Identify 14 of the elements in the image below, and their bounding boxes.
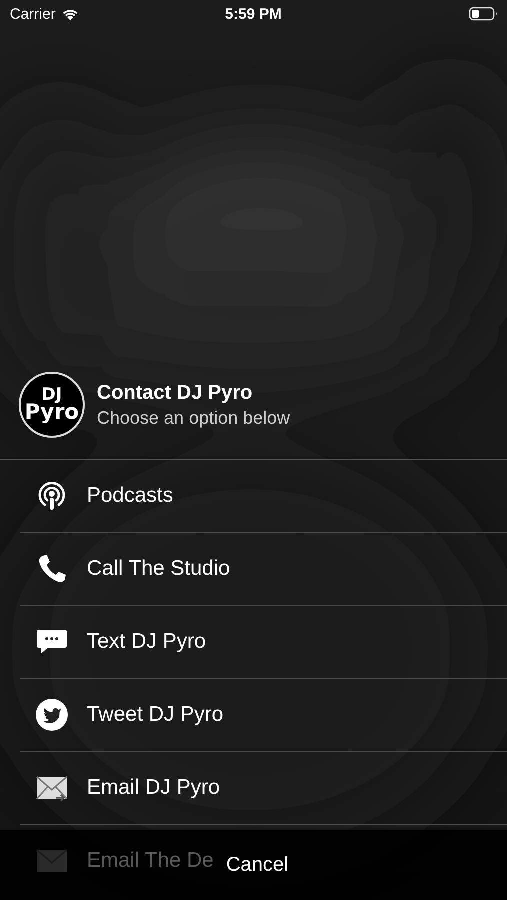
wifi-icon — [60, 7, 80, 21]
sheet-subtitle: Choose an option below — [97, 408, 290, 428]
option-item[interactable]: Podcasts — [20, 460, 507, 533]
cancel-button[interactable]: Cancel — [222, 852, 293, 878]
carrier-name: Carrier — [10, 6, 56, 22]
option-item[interactable]: Tweet DJ Pyro — [20, 679, 507, 752]
status-time: 5:59 PM — [225, 6, 282, 22]
option-item[interactable]: Text DJ Pyro — [20, 606, 507, 679]
battery-icon — [468, 7, 499, 21]
sheet-title: Contact DJ Pyro — [97, 382, 254, 404]
option-item[interactable]: Call The Studio — [20, 533, 507, 606]
bird-icon — [36, 699, 68, 731]
option-item[interactable]: Email DJ Pyro — [20, 752, 507, 825]
podcast-icon — [36, 480, 68, 512]
